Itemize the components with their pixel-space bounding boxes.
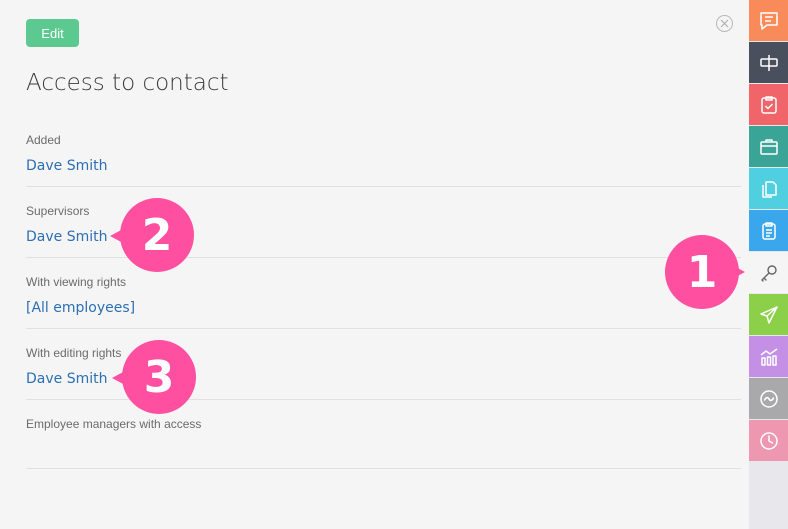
analytics-icon [760, 347, 777, 366]
section-label: Supervisors [26, 204, 90, 218]
sidebar-tab-deals[interactable] [749, 126, 788, 167]
documents-icon [761, 180, 777, 198]
section-employee-managers: Employee managers with access [26, 416, 741, 432]
sidebar-tab-tasks[interactable] [749, 84, 788, 125]
sidebar-tab-access[interactable] [749, 252, 788, 293]
chat-icon [759, 11, 778, 30]
sidebar-tab-sign[interactable] [749, 42, 788, 83]
edit-button[interactable]: Edit [26, 19, 79, 47]
divider [26, 399, 741, 400]
section-supervisors: Supervisors Dave Smith [26, 203, 741, 246]
divider [26, 328, 741, 329]
sidebar-tab-history[interactable] [749, 420, 788, 461]
briefcase-icon [759, 138, 778, 155]
section-label: Added [26, 133, 61, 147]
page-title: Access to contact [26, 70, 229, 96]
clock-icon [759, 431, 778, 450]
sign-icon [759, 54, 778, 71]
access-panel: Edit Access to contact Added Dave Smith … [0, 0, 749, 529]
clipboard-check-icon [760, 95, 777, 114]
sidebar-tab-analytics[interactable] [749, 336, 788, 377]
section-viewing-rights: With viewing rights [All employees] [26, 274, 741, 317]
section-label: With viewing rights [26, 275, 127, 289]
receipt-icon [761, 221, 776, 240]
close-button[interactable] [716, 15, 733, 32]
editing-rights-link[interactable]: Dave Smith [26, 370, 107, 388]
section-editing-rights: With editing rights Dave Smith [26, 345, 741, 388]
section-label: Employee managers with access [26, 417, 202, 431]
sidebar-tab-send[interactable] [749, 294, 788, 335]
viewing-rights-link[interactable]: [All employees] [26, 299, 135, 317]
divider [26, 468, 741, 469]
divider [26, 257, 741, 258]
sidebar-tab-activity[interactable] [749, 378, 788, 419]
send-icon [759, 305, 778, 324]
sidebar [749, 0, 788, 529]
activity-icon [759, 389, 778, 408]
section-added: Added Dave Smith [26, 132, 741, 175]
supervisor-link[interactable]: Dave Smith [26, 228, 107, 246]
added-by-link[interactable]: Dave Smith [26, 157, 107, 175]
sidebar-tab-invoices[interactable] [749, 210, 788, 251]
section-label: With editing rights [26, 346, 122, 360]
close-icon [720, 19, 729, 28]
divider [26, 186, 741, 187]
sidebar-tab-chat[interactable] [749, 0, 788, 41]
sidebar-tab-documents[interactable] [749, 168, 788, 209]
key-icon [760, 264, 777, 282]
